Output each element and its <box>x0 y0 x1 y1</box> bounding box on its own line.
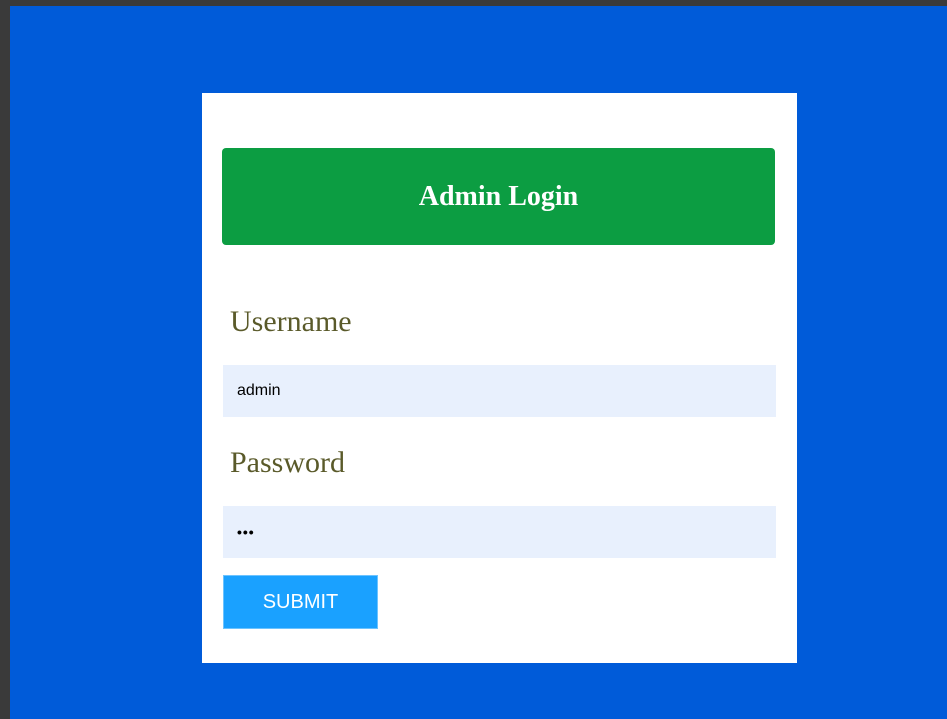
login-card: Admin Login Username Password SUBMIT <box>202 93 797 663</box>
login-title: Admin Login <box>418 180 579 212</box>
page-background: Admin Login Username Password SUBMIT <box>10 6 947 719</box>
login-header-banner: Admin Login <box>222 148 775 245</box>
password-label: Password <box>230 446 346 479</box>
password-input[interactable] <box>223 506 776 558</box>
submit-button[interactable]: SUBMIT <box>223 575 378 629</box>
username-label: Username <box>230 305 352 338</box>
username-input[interactable] <box>223 365 776 417</box>
